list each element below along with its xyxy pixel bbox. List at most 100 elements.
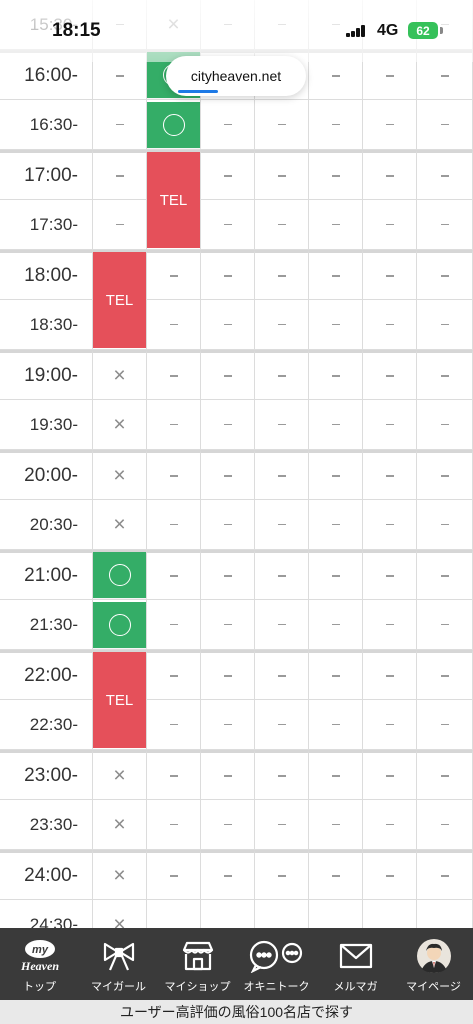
- dash-mark: [385, 75, 394, 77]
- nav-item-mail-magazine[interactable]: メルマガ: [316, 928, 395, 1000]
- dash-mark: [115, 75, 124, 77]
- dash-mark: [440, 375, 449, 377]
- dash-mark: [331, 523, 340, 526]
- nav-item-my-shop[interactable]: マイショップ: [158, 928, 237, 1000]
- battery-icon: 62: [408, 22, 438, 39]
- slot-tel-button[interactable]: TEL: [93, 652, 147, 748]
- dash-mark: [277, 875, 286, 877]
- full-mark: ×: [113, 464, 126, 487]
- slot-unavailable: [417, 550, 473, 600]
- slot-full: ×: [93, 500, 147, 550]
- promo-banner[interactable]: ユーザー高評価の風俗100名店で探す: [0, 1000, 473, 1024]
- chat-bubbles-icon: [237, 936, 316, 976]
- slot-unavailable: [309, 400, 363, 450]
- slot-unavailable: [309, 650, 363, 700]
- schedule-row: 18:30-: [0, 300, 473, 350]
- slot-unavailable: [147, 400, 201, 450]
- dash-mark: [331, 875, 340, 877]
- dash-mark: [223, 823, 232, 826]
- slot-available-button[interactable]: [93, 602, 147, 649]
- page-load-progress: [178, 90, 218, 93]
- slot-unavailable: [147, 450, 201, 500]
- dash-mark: [385, 723, 394, 726]
- nav-item-my-page[interactable]: マイページ: [394, 928, 473, 1000]
- dash-mark: [169, 323, 178, 326]
- slot-unavailable: [417, 800, 473, 850]
- slot-unavailable: [255, 100, 309, 150]
- schedule-row: 17:30-: [0, 200, 473, 250]
- slot-unavailable: [201, 550, 255, 600]
- slot-unavailable: [201, 450, 255, 500]
- dash-mark: [440, 875, 449, 877]
- schedule-row: 23:30- ×: [0, 800, 473, 850]
- dash-mark: [331, 823, 340, 826]
- slot-unavailable: [417, 500, 473, 550]
- ribbon-icon: [79, 936, 158, 976]
- dash-mark: [331, 723, 340, 726]
- dash-mark: [223, 423, 232, 426]
- dash-mark: [169, 623, 178, 626]
- slot-unavailable: [201, 750, 255, 800]
- slot-unavailable: [255, 300, 309, 350]
- logo-heaven-text: Heaven: [20, 959, 59, 973]
- dash-mark: [277, 223, 286, 226]
- dash-mark: [385, 123, 394, 126]
- slot-tel-button[interactable]: TEL: [147, 152, 201, 248]
- dash-mark: [440, 523, 449, 526]
- nav-label-top: トップ: [23, 981, 56, 993]
- schedule-row: 21:30-: [0, 600, 473, 650]
- slot-unavailable: [201, 500, 255, 550]
- dash-mark: [385, 375, 394, 377]
- slot-unavailable: [363, 300, 417, 350]
- dash-mark: [440, 775, 449, 777]
- nav-label-my-page: マイページ: [406, 981, 461, 993]
- slot-unavailable: [93, 150, 147, 200]
- dash-mark: [385, 323, 394, 326]
- time-slot-label: 16:30-: [0, 100, 93, 150]
- schedule-row: 20:00- ×: [0, 450, 473, 500]
- dash-mark: [277, 575, 286, 577]
- slot-unavailable: [363, 350, 417, 400]
- time-slot-label: 19:30-: [0, 400, 93, 450]
- slot-unavailable: [417, 700, 473, 750]
- slot-unavailable: [147, 700, 201, 750]
- slot-unavailable: [363, 600, 417, 650]
- slot-unavailable: [309, 850, 363, 900]
- dash-mark: [440, 623, 449, 626]
- slot-unavailable: [363, 550, 417, 600]
- slot-available-button[interactable]: [147, 102, 201, 149]
- slot-unavailable: [147, 300, 201, 350]
- slot-unavailable: [147, 600, 201, 650]
- time-slot-label: 22:00-: [0, 650, 93, 700]
- dash-mark: [385, 423, 394, 426]
- dash-mark: [440, 575, 449, 577]
- slot-unavailable: [417, 400, 473, 450]
- slot-unavailable: [147, 650, 201, 700]
- nav-label-my-girl: マイガール: [91, 981, 146, 993]
- nav-item-top[interactable]: my Heaven トップ: [0, 928, 79, 1000]
- dash-mark: [223, 123, 232, 126]
- schedule-row: 22:30-: [0, 700, 473, 750]
- schedule-row: 22:00-: [0, 650, 473, 700]
- schedule-row: 24:00- ×: [0, 850, 473, 900]
- slot-tel-button[interactable]: TEL: [93, 252, 147, 348]
- slot-unavailable: [201, 100, 255, 150]
- slot-unavailable: [201, 150, 255, 200]
- status-bar: 18:15 4G 62: [0, 0, 473, 62]
- nav-item-okini-talk[interactable]: オキニトーク: [237, 928, 316, 1000]
- slot-unavailable: [255, 400, 309, 450]
- slot-available-button[interactable]: [93, 552, 147, 599]
- nav-label-my-shop: マイショップ: [164, 981, 231, 993]
- slot-unavailable: [201, 800, 255, 850]
- dash-mark: [277, 323, 286, 326]
- time-slot-label: 24:00-: [0, 850, 93, 900]
- slot-unavailable: [309, 300, 363, 350]
- dash-mark: [385, 875, 394, 877]
- full-mark: ×: [113, 364, 126, 387]
- full-mark: ×: [113, 864, 126, 887]
- slot-unavailable: [255, 600, 309, 650]
- dash-mark: [331, 75, 340, 77]
- slot-unavailable: [255, 250, 309, 300]
- nav-item-my-girl[interactable]: マイガール: [79, 928, 158, 1000]
- slot-unavailable: [309, 700, 363, 750]
